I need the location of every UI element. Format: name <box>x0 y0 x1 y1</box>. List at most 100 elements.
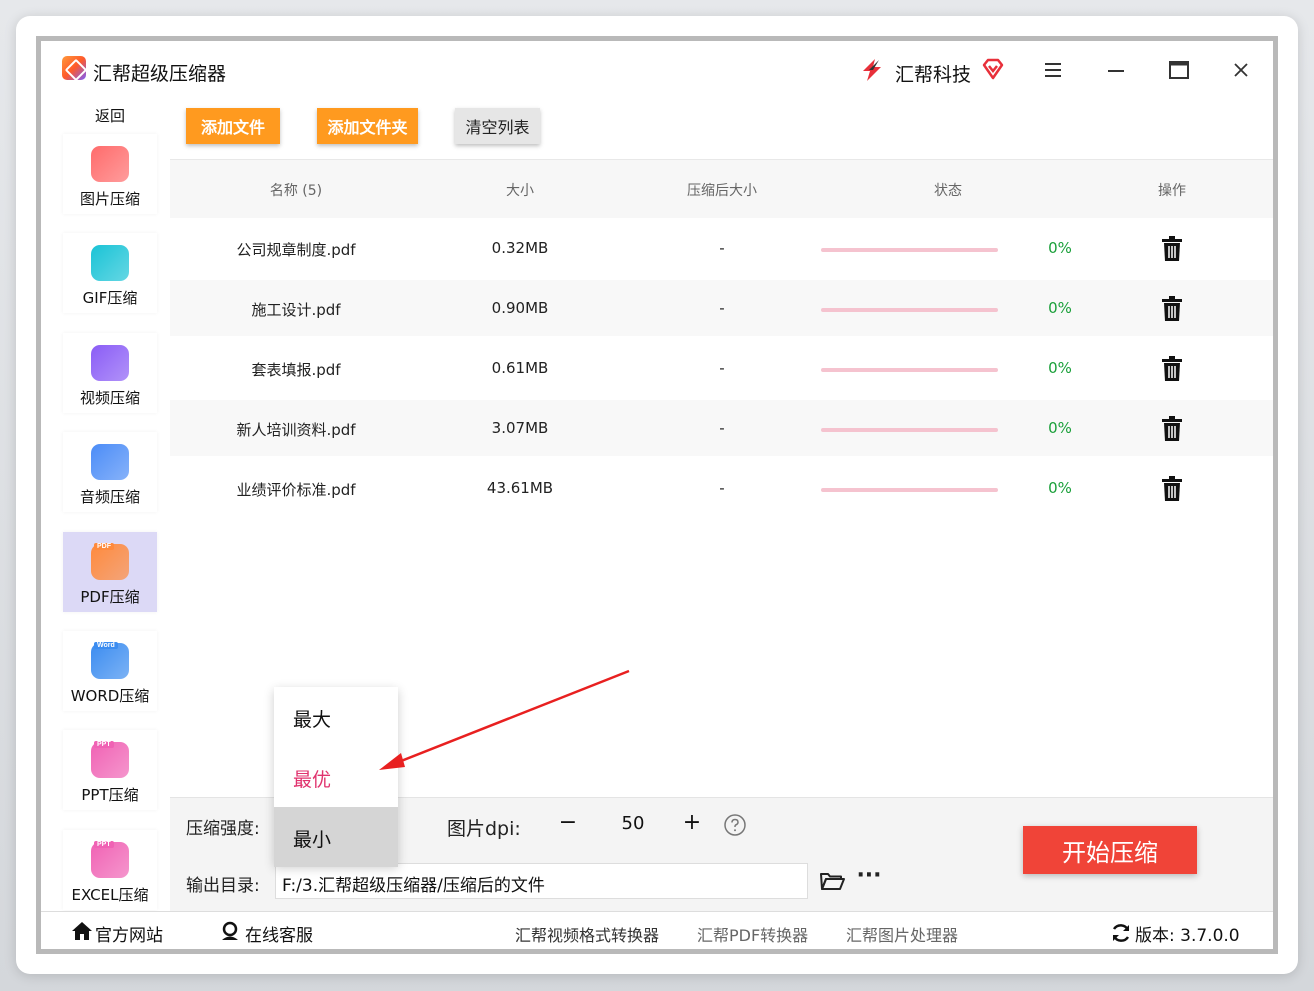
compressed-size: - <box>719 359 725 377</box>
pdf-icon: PDF <box>91 543 129 580</box>
more-options-icon[interactable]: ··· <box>856 865 882 893</box>
output-path-input[interactable]: F:/3.汇帮超级压缩器/压缩后的文件 <box>275 863 808 899</box>
ppt-icon: PPT <box>91 741 129 778</box>
compressed-size: - <box>719 419 725 437</box>
delete-trash-icon[interactable] <box>1161 296 1183 322</box>
file-name: 业绩评价标准.pdf <box>236 481 356 499</box>
file-name: 施工设计.pdf <box>251 301 341 319</box>
table-row[interactable]: 施工设计.pdf 0.90MB - 0% <box>170 280 1273 336</box>
sidebar-item-ppt[interactable]: PPT PPT压缩 <box>63 730 157 810</box>
strength-option[interactable]: 最大 <box>274 687 398 747</box>
vip-diamond-icon[interactable] <box>981 57 1005 81</box>
dpi-value[interactable]: 50 <box>603 813 663 834</box>
file-size: 3.07MB <box>491 419 549 437</box>
sidebar-item-label: PDF压缩 <box>80 588 140 606</box>
sidebar-item-audio[interactable]: 音频压缩 <box>63 432 157 512</box>
header-name: 名称 (5) <box>269 183 323 199</box>
image-processor-link[interactable]: 汇帮图片处理器 <box>846 922 958 946</box>
minimize-icon[interactable] <box>1101 55 1131 85</box>
strength-dropdown: 最大 最优 最小 <box>274 687 398 867</box>
sidebar-item-label: GIF压缩 <box>82 289 138 307</box>
progress-percent: 0% <box>1048 359 1072 377</box>
table-row[interactable]: 套表填报.pdf 0.61MB - 0% <box>170 340 1273 396</box>
dpi-label: 图片dpi: <box>447 818 521 840</box>
header-status: 状态 <box>934 183 962 199</box>
add-file-button[interactable]: 添加文件 <box>186 108 280 144</box>
audio-icon <box>91 444 129 480</box>
video-icon <box>91 345 129 381</box>
file-type-tag: PPT <box>94 841 114 848</box>
progress-bar <box>821 488 998 492</box>
customer-service-icon <box>222 921 238 940</box>
file-size: 0.90MB <box>491 299 549 317</box>
brand-logo-icon <box>863 59 881 81</box>
app-window: 汇帮超级压缩器 汇帮科技 返回 图片压缩 GIF压缩视频压缩音频压缩 PDF PDF压… <box>36 36 1278 954</box>
file-size: 0.32MB <box>491 239 549 257</box>
sidebar-item-video[interactable]: 视频压缩 <box>63 333 157 413</box>
delete-trash-icon[interactable] <box>1161 236 1183 262</box>
progress-percent: 0% <box>1048 479 1072 497</box>
compressed-size: - <box>719 239 725 257</box>
compressed-size: - <box>719 479 725 497</box>
file-type-tag: PDF <box>94 543 114 550</box>
official-website-link[interactable]: 官方网站 <box>95 921 163 946</box>
back-link[interactable]: 返回 <box>95 105 125 126</box>
header-size: 大小 <box>506 183 534 199</box>
progress-bar <box>821 248 998 252</box>
table-row[interactable]: 新人培训资料.pdf 3.07MB - 0% <box>170 400 1273 456</box>
close-icon[interactable] <box>1226 55 1256 85</box>
progress-bar <box>821 368 998 372</box>
file-type-tag: Word <box>94 642 118 649</box>
folder-open-icon[interactable] <box>819 869 845 893</box>
sidebar-item-gif[interactable]: GIF压缩 <box>63 233 157 313</box>
table-row[interactable]: 业绩评价标准.pdf 43.61MB - 0% <box>170 460 1273 516</box>
sidebar-item-image[interactable]: 图片压缩 <box>63 134 157 214</box>
excel-icon: PPT <box>91 841 129 878</box>
dpi-decrement-button[interactable]: − <box>553 808 583 838</box>
app-title: 汇帮超级压缩器 <box>93 63 227 85</box>
header-action: 操作 <box>1158 183 1186 199</box>
refresh-icon[interactable] <box>1110 922 1132 944</box>
maximize-icon[interactable] <box>1164 55 1194 85</box>
file-name: 套表填报.pdf <box>251 361 341 379</box>
clear-list-button[interactable]: 清空列表 <box>455 108 540 144</box>
delete-trash-icon[interactable] <box>1161 476 1183 502</box>
file-name: 公司规章制度.pdf <box>236 241 356 259</box>
file-size: 0.61MB <box>491 359 549 377</box>
progress-bar <box>821 308 998 312</box>
start-compress-button[interactable]: 开始压缩 <box>1023 826 1197 874</box>
strength-option[interactable]: 最优 <box>274 747 398 807</box>
progress-percent: 0% <box>1048 239 1072 257</box>
sidebar-item-label: 图片压缩 <box>79 190 140 208</box>
progress-bar <box>821 428 998 432</box>
version-label: 版本: 3.7.0.0 <box>1135 926 1240 946</box>
word-icon: Word <box>91 642 129 679</box>
delete-trash-icon[interactable] <box>1161 356 1183 382</box>
pdf-converter-link[interactable]: 汇帮PDF转换器 <box>697 922 808 946</box>
menu-icon[interactable] <box>1038 55 1068 85</box>
file-size: 43.61MB <box>486 479 554 497</box>
brand-name: 汇帮科技 <box>895 64 972 86</box>
add-folder-button[interactable]: 添加文件夹 <box>317 108 418 144</box>
file-name: 新人培训资料.pdf <box>236 421 356 439</box>
image-icon <box>91 146 129 182</box>
file-type-tag: PPT <box>94 741 114 748</box>
sidebar-item-pdf[interactable]: PDF PDF压缩 <box>63 532 157 612</box>
strength-option[interactable]: 最小 <box>274 807 398 867</box>
video-converter-link[interactable]: 汇帮视频格式转换器 <box>515 922 659 946</box>
delete-trash-icon[interactable] <box>1161 416 1183 442</box>
header-compressed-size: 压缩后大小 <box>687 183 757 199</box>
app-logo-icon <box>62 56 86 80</box>
sidebar-item-label: 视频压缩 <box>79 389 140 407</box>
progress-percent: 0% <box>1048 419 1072 437</box>
table-row[interactable]: 公司规章制度.pdf 0.32MB - 0% <box>170 220 1273 276</box>
help-icon[interactable] <box>723 813 747 837</box>
sidebar-item-label: EXCEL压缩 <box>71 886 149 904</box>
sidebar-item-word[interactable]: Word WORD压缩 <box>63 631 157 711</box>
sidebar-item-excel[interactable]: PPT EXCEL压缩 <box>63 830 157 910</box>
dpi-increment-button[interactable]: + <box>677 808 707 838</box>
strength-label: 压缩强度: <box>186 819 260 839</box>
title-bar: 汇帮超级压缩器 汇帮科技 <box>41 41 1273 101</box>
compressed-size: - <box>719 299 725 317</box>
online-support-link[interactable]: 在线客服 <box>245 921 313 946</box>
